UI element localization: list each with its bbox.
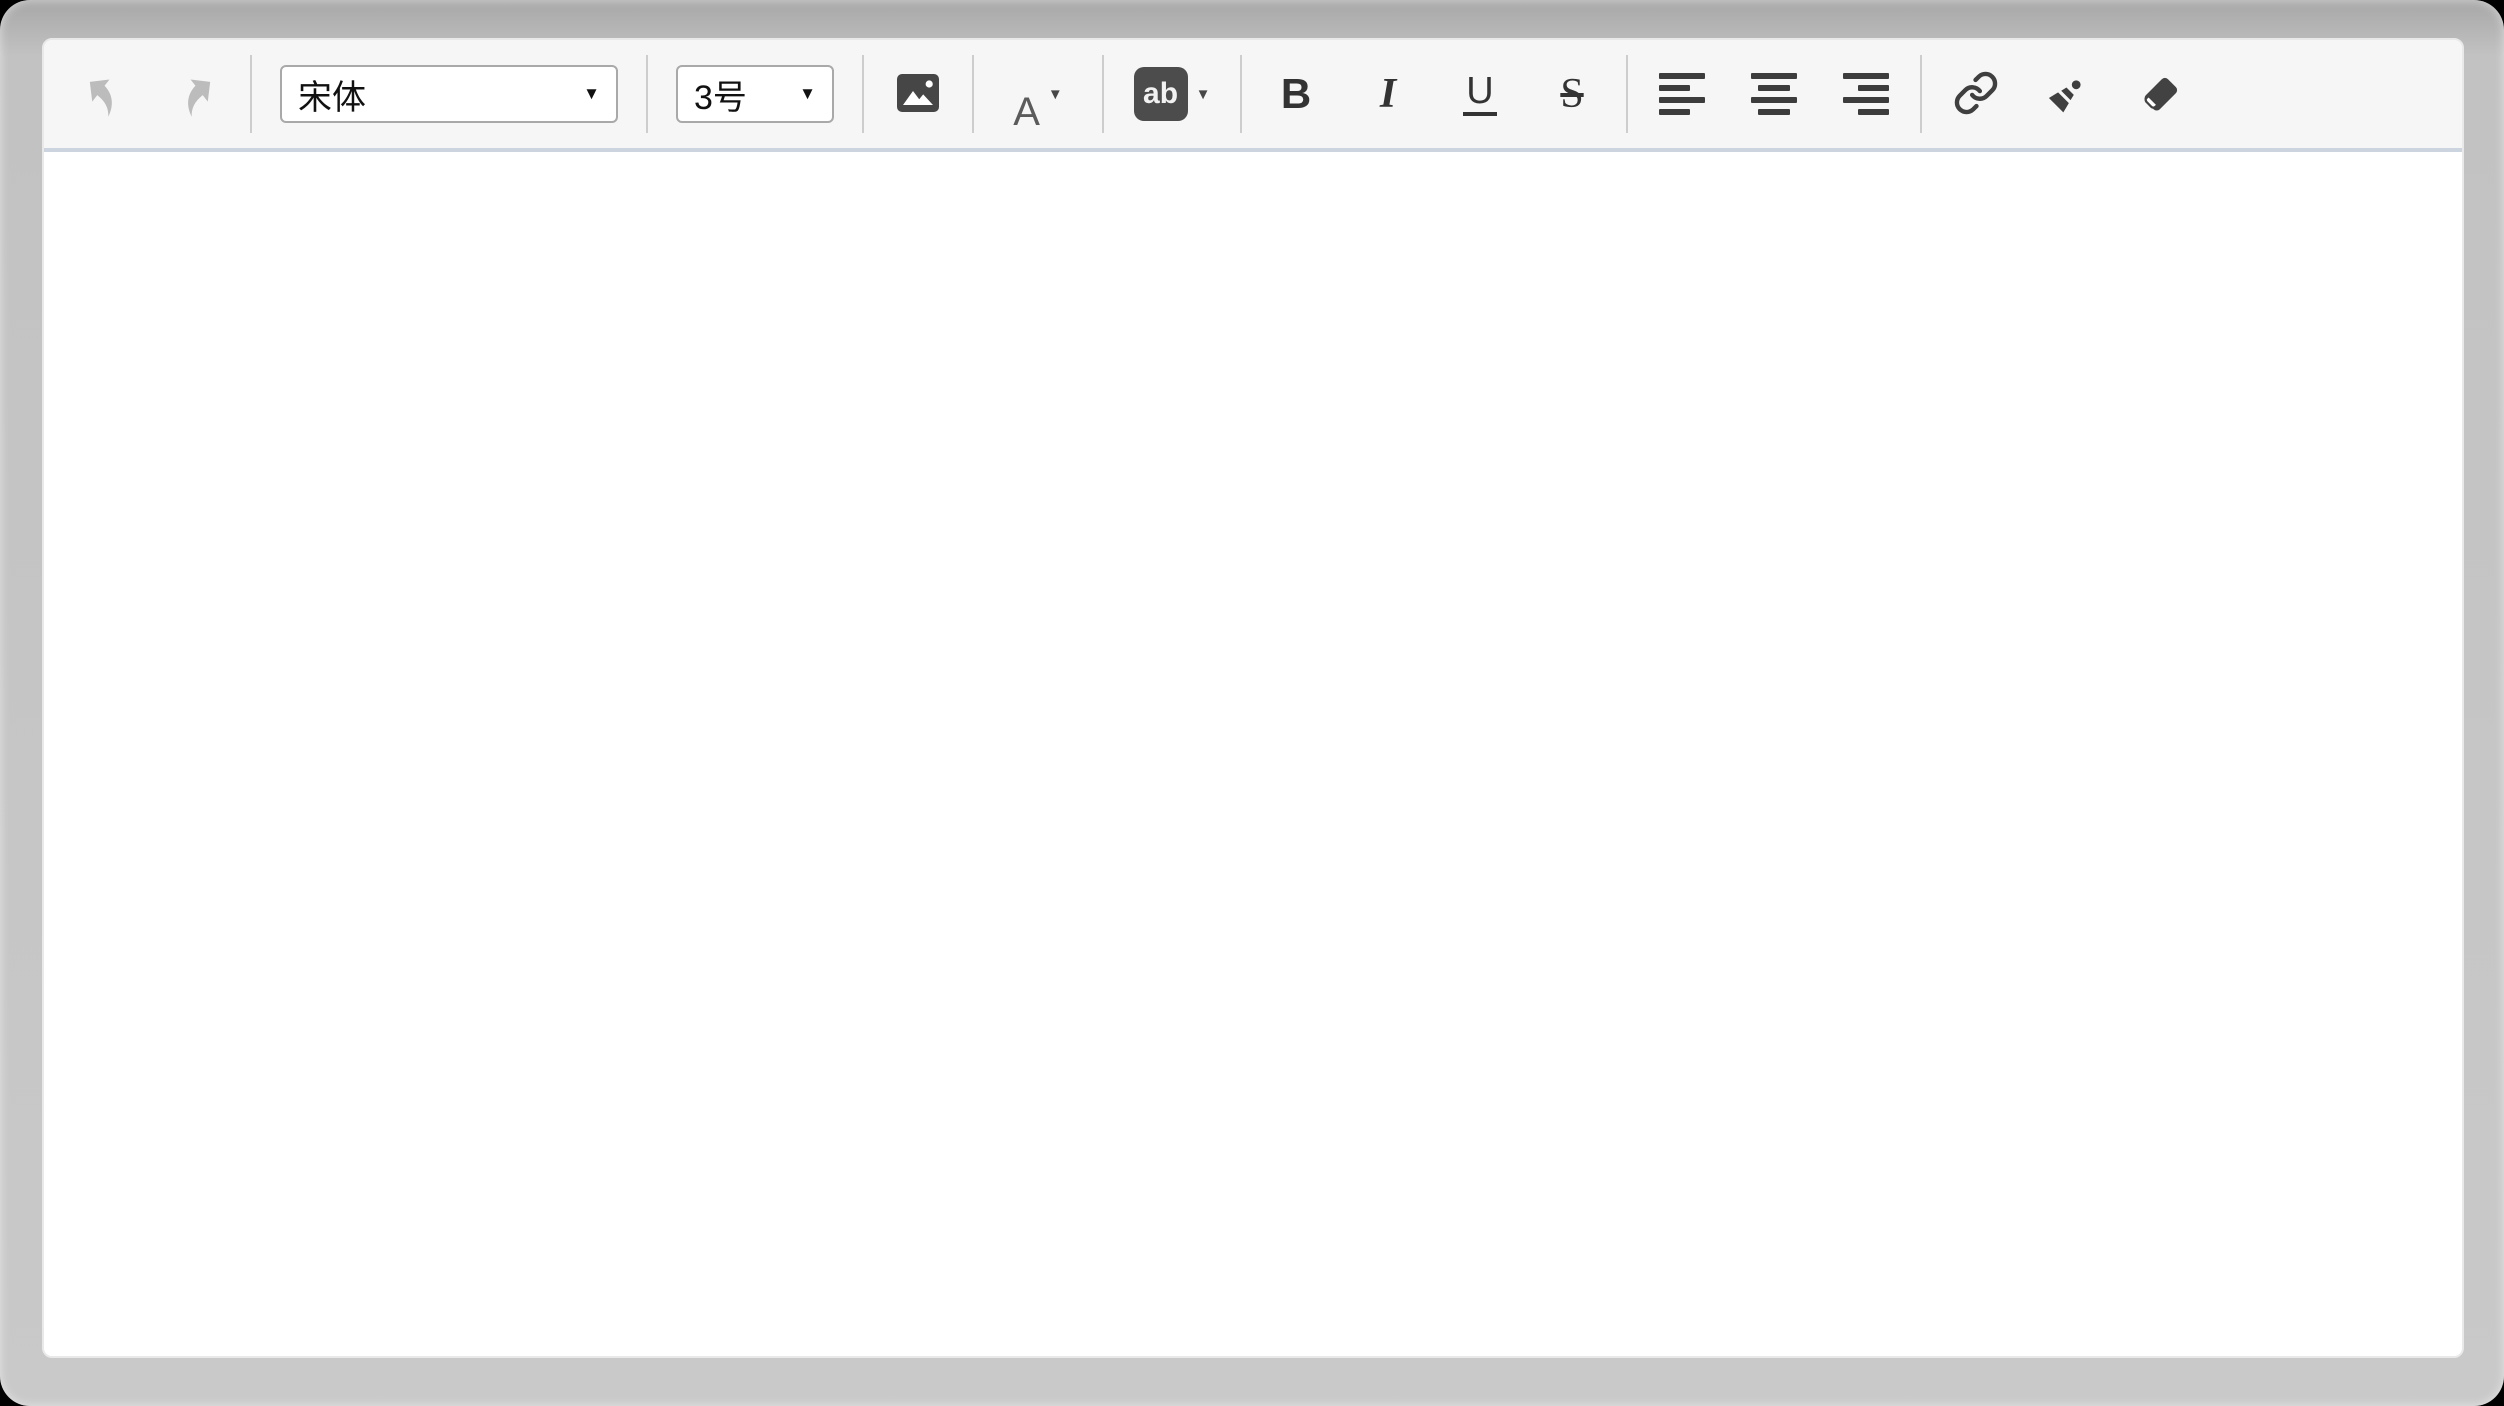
font-family-value: 宋体 [298, 70, 366, 119]
toolbar-separator [1102, 55, 1104, 133]
paint-brush-icon [2044, 69, 2092, 120]
toolbar-separator [1240, 55, 1242, 133]
align-center-icon [1751, 73, 1797, 115]
toolbar-separator [862, 55, 864, 133]
align-right-button[interactable] [1838, 56, 1894, 132]
editor-window: 宋体 ▼ 3号 ▼ A [42, 38, 2464, 1358]
dropdown-arrow-icon: ▼ [1048, 86, 1063, 103]
dropdown-arrow-icon: ▼ [1196, 86, 1211, 103]
insert-link-button[interactable] [1948, 56, 2004, 132]
toolbar-separator [1920, 55, 1922, 133]
align-left-button[interactable] [1654, 56, 1710, 132]
editor-content[interactable] [44, 152, 2462, 1356]
window-frame: 宋体 ▼ 3号 ▼ A [0, 0, 2504, 1406]
eraser-icon [2136, 69, 2184, 120]
italic-icon: I [1380, 70, 1396, 118]
redo-icon [172, 69, 220, 120]
dropdown-arrow-icon: ▼ [781, 84, 816, 104]
underline-button[interactable]: U [1452, 56, 1508, 132]
insert-image-button[interactable] [890, 56, 946, 132]
format-brush-button[interactable] [2040, 56, 2096, 132]
font-size-select[interactable]: 3号 ▼ [676, 65, 834, 123]
redo-button[interactable] [168, 56, 224, 132]
highlight-icon: ab [1134, 67, 1188, 121]
image-icon [894, 70, 942, 119]
align-right-icon [1843, 73, 1889, 115]
font-color-icon: A [1013, 92, 1040, 132]
underline-icon: U [1463, 72, 1496, 116]
undo-icon [80, 69, 128, 120]
font-color-button[interactable]: A ▼ [1000, 56, 1076, 132]
highlight-color-button[interactable]: ab ▼ [1130, 56, 1214, 132]
font-family-select[interactable]: 宋体 ▼ [280, 65, 618, 123]
bold-icon: B [1281, 70, 1311, 118]
italic-button[interactable]: I [1360, 56, 1416, 132]
strikethrough-icon: S [1560, 70, 1583, 118]
strikethrough-button[interactable]: S [1544, 56, 1600, 132]
undo-button[interactable] [76, 56, 132, 132]
align-center-button[interactable] [1746, 56, 1802, 132]
toolbar-separator [1626, 55, 1628, 133]
toolbar-separator [646, 55, 648, 133]
bold-button[interactable]: B [1268, 56, 1324, 132]
editor-toolbar: 宋体 ▼ 3号 ▼ A [44, 40, 2462, 152]
align-left-icon [1659, 73, 1705, 115]
toolbar-separator [250, 55, 252, 133]
toolbar-separator [972, 55, 974, 133]
dropdown-arrow-icon: ▼ [565, 84, 600, 104]
eraser-button[interactable] [2132, 56, 2188, 132]
link-icon [1953, 70, 1999, 119]
font-size-value: 3号 [694, 70, 747, 119]
